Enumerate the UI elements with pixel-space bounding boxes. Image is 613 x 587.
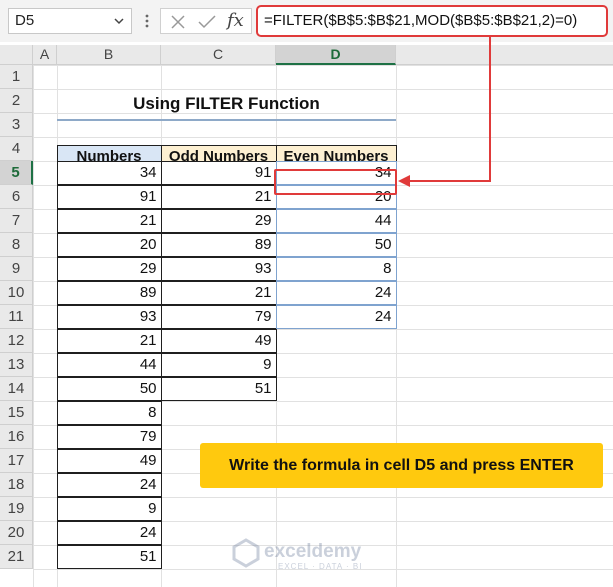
column-header-empty[interactable] xyxy=(396,45,613,65)
watermark-tagline: EXCEL · DATA · BI xyxy=(278,562,363,571)
odd-number-cell[interactable]: 89 xyxy=(160,232,277,257)
row-header-3[interactable]: 3 xyxy=(0,113,33,137)
odd-number-cell[interactable]: 51 xyxy=(160,376,277,401)
even-number-cell[interactable]: 50 xyxy=(275,232,397,257)
exceldemy-watermark: exceldemy EXCEL · DATA · BI xyxy=(232,538,382,574)
formula-actions: fx xyxy=(160,8,252,34)
numbers-cell[interactable]: 93 xyxy=(56,304,162,329)
even-number-cell[interactable]: 24 xyxy=(275,280,397,305)
row-header-16[interactable]: 16 xyxy=(0,425,33,449)
numbers-cell[interactable]: 44 xyxy=(56,352,162,377)
even-number-cell[interactable]: 24 xyxy=(275,304,397,329)
odd-number-cell[interactable]: 21 xyxy=(160,280,277,305)
row-header-8[interactable]: 8 xyxy=(0,233,33,257)
column-header-a[interactable]: A xyxy=(33,45,57,65)
active-cell-d5[interactable] xyxy=(274,169,397,195)
row-header-20[interactable]: 20 xyxy=(0,521,33,545)
numbers-cell[interactable]: 91 xyxy=(56,184,162,209)
row-header-11[interactable]: 11 xyxy=(0,305,33,329)
odd-number-cell[interactable]: 79 xyxy=(160,304,277,329)
column-header-d[interactable]: D xyxy=(276,45,396,65)
row-header-21[interactable]: 21 xyxy=(0,545,33,569)
row-header-14[interactable]: 14 xyxy=(0,377,33,401)
row-header-18[interactable]: 18 xyxy=(0,473,33,497)
odd-number-cell[interactable]: 93 xyxy=(160,256,277,281)
instruction-callout: Write the formula in cell D5 and press E… xyxy=(200,443,603,488)
row-header-15[interactable]: 15 xyxy=(0,401,33,425)
numbers-cell[interactable]: 21 xyxy=(56,328,162,353)
name-box[interactable]: D5 xyxy=(8,8,132,34)
row-header-13[interactable]: 13 xyxy=(0,353,33,377)
numbers-cell[interactable]: 21 xyxy=(56,208,162,233)
numbers-cell[interactable]: 8 xyxy=(56,400,162,425)
numbers-cell[interactable]: 20 xyxy=(56,232,162,257)
numbers-cell[interactable]: 24 xyxy=(56,472,162,497)
odd-number-cell[interactable]: 9 xyxy=(160,352,277,377)
title-underline xyxy=(57,119,396,121)
numbers-cell[interactable]: 24 xyxy=(56,520,162,545)
chevron-down-icon[interactable] xyxy=(113,15,125,27)
numbers-cell[interactable]: 49 xyxy=(56,448,162,473)
column-header-b[interactable]: B xyxy=(57,45,161,65)
numbers-cell[interactable]: 34 xyxy=(56,160,162,185)
even-number-cell[interactable]: 44 xyxy=(275,208,397,233)
row-header-9[interactable]: 9 xyxy=(0,257,33,281)
formula-bar: D5 fx =FILTER($B$5:$B$21,MOD($B$5:$B$21,… xyxy=(0,0,613,42)
odd-number-cell[interactable]: 49 xyxy=(160,328,277,353)
row-header-1[interactable]: 1 xyxy=(0,65,33,89)
row-header-5[interactable]: 5 xyxy=(0,161,33,185)
numbers-cell[interactable]: 51 xyxy=(56,544,162,569)
sheet-title: Using FILTER Function xyxy=(133,94,320,113)
row-header-19[interactable]: 19 xyxy=(0,497,33,521)
select-all-corner[interactable] xyxy=(0,45,33,65)
row-header-2[interactable]: 2 xyxy=(0,89,33,113)
column-header-c[interactable]: C xyxy=(161,45,276,65)
odd-number-cell[interactable]: 91 xyxy=(160,160,277,185)
row-header-17[interactable]: 17 xyxy=(0,449,33,473)
enter-check-icon[interactable] xyxy=(197,13,217,31)
row-header-10[interactable]: 10 xyxy=(0,281,33,305)
exceldemy-logo-icon xyxy=(232,538,260,568)
even-number-cell[interactable]: 8 xyxy=(275,256,397,281)
row-header-7[interactable]: 7 xyxy=(0,209,33,233)
formula-input[interactable]: =FILTER($B$5:$B$21,MOD($B$5:$B$21,2)=0) xyxy=(256,5,608,37)
name-box-value: D5 xyxy=(15,12,35,29)
row-header-6[interactable]: 6 xyxy=(0,185,33,209)
insert-function-icon[interactable]: fx xyxy=(227,10,244,31)
numbers-cell[interactable]: 50 xyxy=(56,376,162,401)
cancel-icon[interactable] xyxy=(169,13,187,31)
odd-number-cell[interactable]: 29 xyxy=(160,208,277,233)
numbers-cell[interactable]: 9 xyxy=(56,496,162,521)
row-header-4[interactable]: 4 xyxy=(0,137,33,161)
odd-number-cell[interactable]: 21 xyxy=(160,184,277,209)
numbers-cell[interactable]: 29 xyxy=(56,256,162,281)
numbers-cell[interactable]: 89 xyxy=(56,280,162,305)
row-header-12[interactable]: 12 xyxy=(0,329,33,353)
watermark-name: exceldemy xyxy=(264,541,362,562)
numbers-cell[interactable]: 79 xyxy=(56,424,162,449)
more-options-icon[interactable] xyxy=(140,12,154,30)
